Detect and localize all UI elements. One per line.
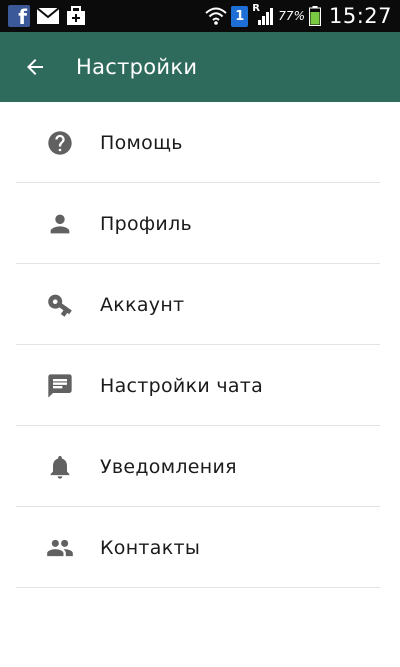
page-title: Настройки — [76, 55, 198, 79]
settings-item-notifications[interactable]: Уведомления — [0, 426, 400, 507]
contacts-icon — [46, 534, 74, 562]
person-icon — [46, 210, 74, 238]
settings-list: Помощь Профиль Аккаунт Настройки чата Ув… — [0, 102, 400, 588]
settings-item-help[interactable]: Помощь — [0, 102, 400, 183]
app-bar: Настройки — [0, 32, 400, 102]
settings-item-label: Уведомления — [100, 455, 237, 478]
settings-item-account[interactable]: Аккаунт — [0, 264, 400, 345]
help-circle-icon — [46, 129, 74, 157]
settings-item-label: Настройки чата — [100, 374, 264, 397]
sim-badge: 1 — [231, 5, 249, 27]
battery-percent: 77% — [278, 9, 305, 23]
settings-item-profile[interactable]: Профиль — [0, 183, 400, 264]
briefcase-notification-icon — [67, 6, 85, 25]
settings-item-chat-settings[interactable]: Настройки чата — [0, 345, 400, 426]
chat-icon — [46, 372, 74, 400]
settings-item-label: Контакты — [100, 536, 201, 559]
wifi-icon — [205, 7, 227, 25]
status-bar: f 1 R 77% 15:27 — [0, 0, 400, 32]
settings-item-label: Профиль — [100, 212, 193, 235]
facebook-notification-icon: f — [8, 5, 30, 27]
signal-icon: R — [252, 3, 274, 26]
back-button[interactable] — [0, 32, 70, 102]
key-icon — [46, 291, 74, 319]
settings-item-label: Помощь — [100, 131, 183, 154]
settings-item-label: Аккаунт — [100, 293, 185, 316]
arrow-back-icon — [27, 59, 43, 75]
battery-icon — [308, 6, 321, 26]
mail-notification-icon — [37, 8, 59, 24]
status-clock: 15:27 — [328, 4, 392, 28]
bell-icon — [46, 453, 74, 481]
settings-item-contacts[interactable]: Контакты — [0, 507, 400, 588]
